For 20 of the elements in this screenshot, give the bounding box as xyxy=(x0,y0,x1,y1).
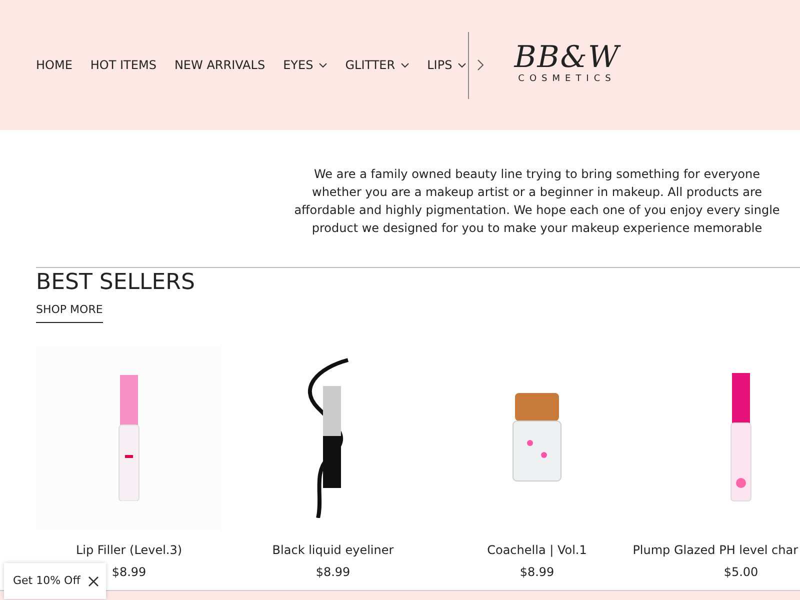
product-price: $5.00 xyxy=(724,564,758,581)
nav-link[interactable]: LIPS xyxy=(427,56,466,74)
chevron-right-icon[interactable] xyxy=(477,59,484,71)
nav-link[interactable]: NEW ARRIVALS xyxy=(174,56,266,74)
about-text: We are a family owned beauty line trying to bring something for everyone whether you are a makeup artist or a beginner in makeup. All products are affordable and highly pigmentation. We hope each one of you enjoy every single product we designed for you to make your makeup experience memorable xyxy=(293,166,781,237)
close-icon[interactable] xyxy=(88,576,100,586)
product-name[interactable]: Coachella | Vol.1 xyxy=(487,540,587,559)
logo[interactable]: BB&W COSMETICS xyxy=(514,43,620,87)
shop-more-link[interactable]: SHOP MORE xyxy=(36,302,103,323)
product-price: $8.99 xyxy=(520,564,554,581)
nav-link[interactable]: HOME xyxy=(36,56,72,74)
product-name[interactable]: Plump Glazed PH level char xyxy=(632,540,798,559)
product-name[interactable]: Black liquid eyeliner xyxy=(272,540,394,559)
product-price: $8.99 xyxy=(112,564,146,581)
section-title: BEST SELLERS xyxy=(35,270,196,296)
nav-link[interactable]: HOT ITEMS xyxy=(90,56,156,74)
nav-link[interactable]: GLITTER xyxy=(345,56,410,74)
product-name[interactable]: Lip Filler (Level.3) xyxy=(76,540,182,559)
nav-link[interactable]: EYES xyxy=(283,56,328,74)
product-price: $8.99 xyxy=(316,564,350,581)
